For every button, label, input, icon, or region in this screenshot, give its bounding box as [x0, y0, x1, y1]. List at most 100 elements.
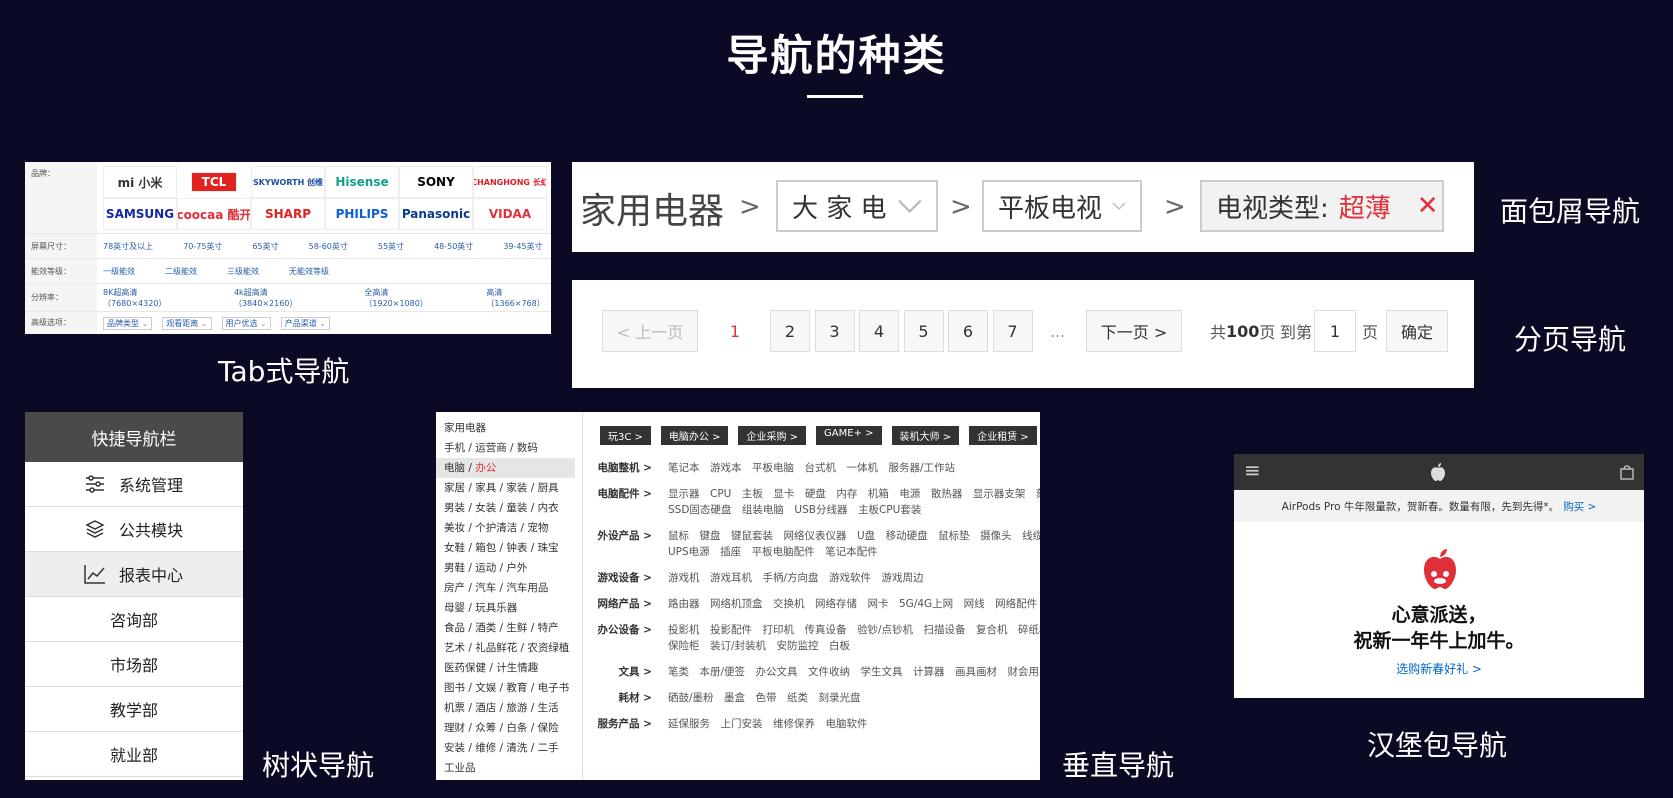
subcategory-title[interactable]: 电脑整机 >: [590, 460, 652, 475]
page-7-button[interactable]: 7: [992, 310, 1033, 352]
page-4-button[interactable]: 4: [859, 310, 899, 352]
filter-option[interactable]: 高清（1366×768）: [486, 287, 551, 309]
category-item[interactable]: 手机 / 运营商 / 数码: [444, 438, 583, 458]
breadcrumb-home[interactable]: 家用电器: [580, 182, 724, 234]
category-item[interactable]: 食品 / 酒类 / 生鲜 / 特产: [444, 618, 583, 638]
brand-logo[interactable]: SHARP: [251, 198, 325, 230]
shop-gifts-link[interactable]: 选购新春好礼 >: [1234, 660, 1644, 677]
subcategory-title[interactable]: 办公设备 >: [590, 622, 652, 637]
channel-tag[interactable]: 企业采购 >: [738, 426, 807, 445]
channel-tag[interactable]: 电脑办公 >: [660, 426, 729, 445]
category-item[interactable]: 房产 / 汽车 / 汽车用品: [444, 578, 583, 598]
advanced-option-dropdown[interactable]: 用户优选 ⌄: [221, 316, 271, 330]
brand-logo[interactable]: SONY: [399, 166, 473, 198]
brand-logo[interactable]: SAMSUNG: [103, 198, 177, 230]
page-6-button[interactable]: 6: [948, 310, 988, 352]
advanced-option-dropdown[interactable]: 观看距离 ⌄: [162, 316, 212, 330]
tree-subitem[interactable]: 教学部: [25, 687, 243, 732]
subcategory-items[interactable]: 笔类 本册/便签 办公文具 文件收纳 学生文具 计算器 画具画材 财会用品: [668, 664, 1040, 679]
category-item[interactable]: 男鞋 / 运动 / 户外: [444, 558, 583, 578]
channel-tag[interactable]: 企业租赁 >: [969, 426, 1037, 445]
brand-logo[interactable]: Hisense: [325, 166, 399, 198]
advanced-option-dropdown[interactable]: 品牌类型 ⌄: [103, 316, 153, 330]
tree-subitem[interactable]: 就业部: [25, 732, 243, 777]
subcategory-items[interactable]: 游戏机 游戏耳机 手柄/方向盘 游戏软件 游戏周边: [668, 570, 1040, 585]
category-item[interactable]: 工业品: [444, 758, 583, 778]
advanced-option-dropdown[interactable]: 产品渠道 ⌄: [280, 316, 330, 330]
breadcrumb-level1-dropdown[interactable]: 大 家 电: [776, 180, 938, 232]
channel-tag[interactable]: GAME+ >: [816, 426, 882, 445]
goto-page-input[interactable]: 1: [1314, 310, 1356, 352]
subcategory-items[interactable]: 保险柜 装订/封装机 安防监控 白板: [668, 638, 1040, 653]
subcategory-items[interactable]: 投影机 投影配件 打印机 传真设备 验钞/点钞机 扫描设备 复合机 碎纸机: [668, 622, 1040, 637]
category-item[interactable]: 理财 / 众筹 / 白条 / 保险: [444, 718, 583, 738]
category-item[interactable]: 图书 / 文娱 / 教育 / 电子书: [444, 678, 583, 698]
filter-option[interactable]: 70-75英寸: [183, 241, 222, 252]
subcategory-items[interactable]: 显示器 CPU 主板 显卡 硬盘 内存 机箱 电源 散热器 显示器支架 刻录: [668, 486, 1040, 501]
prev-page-button[interactable]: < 上一页: [602, 310, 698, 352]
filter-option[interactable]: 8K超高清（7680×4320）: [103, 287, 188, 309]
category-item[interactable]: 男装 / 女装 / 童装 / 内衣: [444, 498, 583, 518]
category-item[interactable]: 家用电器: [444, 418, 583, 438]
subcategory-title[interactable]: 外设产品 >: [590, 528, 652, 543]
tree-item-common[interactable]: 公共模块: [25, 507, 243, 552]
subcategory-items[interactable]: UPS电源 插座 平板电脑配件 笔记本配件: [668, 544, 1040, 559]
tree-item-reports[interactable]: 报表中心: [25, 552, 243, 597]
category-item[interactable]: 女鞋 / 箱包 / 钟表 / 珠宝: [444, 538, 583, 558]
category-item[interactable]: 机票 / 酒店 / 旅游 / 生活: [444, 698, 583, 718]
category-item[interactable]: 家居 / 家具 / 家装 / 厨具: [444, 478, 583, 498]
brand-logo[interactable]: TCL: [191, 172, 237, 192]
shopping-bag-icon[interactable]: [1620, 464, 1634, 480]
subcategory-items[interactable]: 硒鼓/墨粉 墨盒 色带 纸类 刻录光盘: [668, 690, 1040, 705]
brand-logo[interactable]: PHILIPS: [325, 198, 399, 230]
confirm-button[interactable]: 确定: [1386, 310, 1448, 352]
category-item[interactable]: 美妆 / 个护清洁 / 宠物: [444, 518, 583, 538]
filter-option[interactable]: 78英寸及以上: [103, 241, 153, 252]
category-item[interactable]: 医药保健 / 计生情趣: [444, 658, 583, 678]
next-page-button[interactable]: 下一页 >: [1086, 310, 1182, 352]
filter-option[interactable]: 55英寸: [378, 241, 404, 252]
tree-item-system[interactable]: 系统管理: [25, 462, 243, 507]
filter-option[interactable]: 65英寸: [252, 241, 278, 252]
subcategory-items[interactable]: 鼠标 键盘 键鼠套装 网络仪表仪器 U盘 移动硬盘 鼠标垫 摄像头 线缆 手: [668, 528, 1040, 543]
subcategory-title[interactable]: 游戏设备 >: [590, 570, 652, 585]
brand-logo[interactable]: mi 小米: [103, 166, 177, 198]
category-item[interactable]: 艺术 / 礼品鲜花 / 农资绿植: [444, 638, 583, 658]
tree-subitem[interactable]: 市场部: [25, 642, 243, 687]
filter-option[interactable]: 4k超高清（3840×2160）: [234, 287, 318, 309]
subcategory-items[interactable]: 路由器 网络机顶盒 交换机 网络存储 网卡 5G/4G上网 网线 网络配件: [668, 596, 1040, 611]
brand-logo[interactable]: VIDAA: [473, 198, 547, 230]
breadcrumb-level2-dropdown[interactable]: 平板电视: [982, 180, 1142, 232]
channel-tag[interactable]: 玩3C >: [600, 426, 651, 445]
apple-logo-icon[interactable]: [1430, 463, 1446, 481]
filter-option[interactable]: 一级能效: [103, 266, 135, 277]
page-2-button[interactable]: 2: [770, 310, 810, 352]
filter-option[interactable]: 三级能效: [227, 266, 259, 277]
subcategory-title[interactable]: 电脑配件 >: [590, 486, 652, 501]
category-item[interactable]: 电脑 / 办公: [436, 458, 575, 478]
page-5-button[interactable]: 5: [903, 310, 944, 352]
category-item[interactable]: 母婴 / 玩具乐器: [444, 598, 583, 618]
promo-link[interactable]: 购买 >: [1563, 499, 1596, 514]
brand-logo[interactable]: SKYWORTH 创维: [251, 166, 325, 198]
hamburger-menu-icon[interactable]: ≡: [1244, 458, 1261, 482]
tree-subitem[interactable]: 咨询部: [25, 597, 243, 642]
filter-option[interactable]: 58-60英寸: [309, 241, 348, 252]
filter-option[interactable]: 无能效等级: [289, 266, 329, 277]
channel-tag[interactable]: 装机大师 >: [891, 426, 960, 445]
brand-logo[interactable]: coocaa 酷开: [177, 198, 251, 230]
filter-option[interactable]: 二级能效: [165, 266, 197, 277]
filter-option[interactable]: 39-45英寸: [503, 241, 542, 252]
brand-logo[interactable]: CHANGHONG 长虹: [473, 166, 547, 198]
subcategory-title[interactable]: 耗材 >: [590, 690, 652, 705]
filter-option[interactable]: 48-50英寸: [434, 241, 473, 252]
subcategory-items[interactable]: 笔记本 游戏本 平板电脑 台式机 一体机 服务器/工作站: [668, 460, 1040, 475]
subcategory-title[interactable]: 网络产品 >: [590, 596, 652, 611]
category-item[interactable]: 安装 / 维修 / 清洗 / 二手: [444, 738, 583, 758]
subcategory-title[interactable]: 服务产品 >: [590, 716, 652, 731]
subcategory-items[interactable]: 延保服务 上门安装 维修保养 电脑软件: [668, 716, 1040, 731]
filter-option[interactable]: 全高清（1920×1080）: [364, 287, 440, 309]
close-icon[interactable]: ✕: [1417, 191, 1439, 221]
page-3-button[interactable]: 3: [814, 310, 855, 352]
subcategory-items[interactable]: SSD固态硬盘 组装电脑 USB分线器 主板CPU套装: [668, 502, 1040, 517]
